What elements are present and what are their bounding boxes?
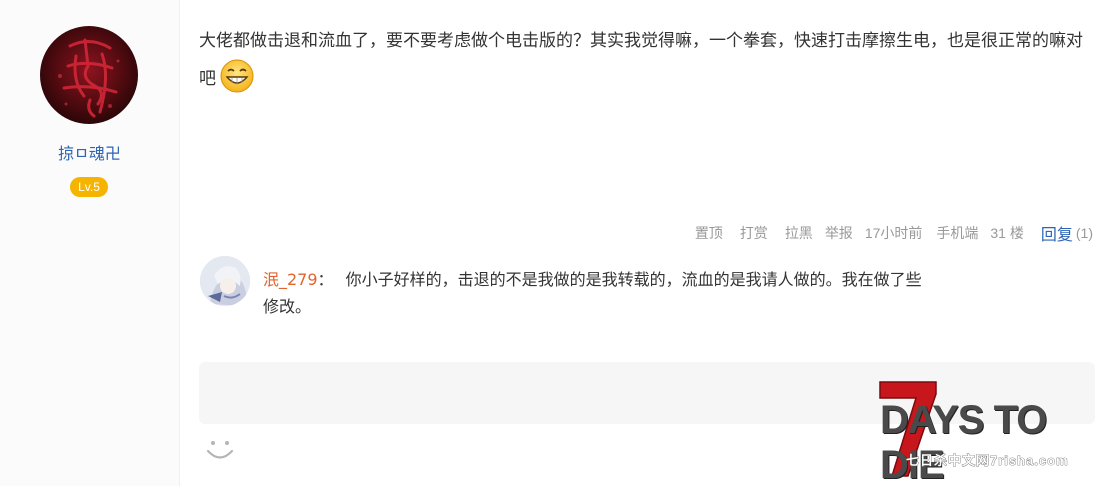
reply-count: (1): [1075, 225, 1093, 241]
comment-text: 你小子好样的，击退的不是我做的是我转载的，流血的是我请人做的。我在做了些修改。: [263, 270, 922, 316]
commenter-avatar-art: [200, 256, 250, 306]
commenter-name[interactable]: 泯_279: [263, 270, 318, 289]
post-text: 大佬都做击退和流血了，要不要考虑做个电击版的？其实我觉得嘛，一个拳套，快速打击摩…: [199, 31, 1083, 89]
author-username[interactable]: 掠ㅁ魂卍: [0, 140, 179, 164]
post-meta-bar: 置顶 打赏 拉黑 举报 17小时前 手机端 31 楼 回复 (1): [678, 221, 1093, 245]
post-time: 17小时前: [864, 225, 923, 241]
tip-link[interactable]: 打赏: [740, 223, 768, 243]
floor-number: 31 楼: [990, 225, 1024, 241]
post-device: 手机端: [936, 225, 979, 241]
block-link[interactable]: 拉黑: [785, 223, 813, 243]
watermark-subtitle: 七日杀中文网7risha.com: [906, 453, 1069, 469]
commenter-avatar[interactable]: [200, 256, 250, 306]
watermark-title: DAYS TO DIE: [880, 398, 1047, 487]
avatar-art: [58, 38, 120, 118]
post-content: 大佬都做击退和流血了，要不要考虑做个电击版的？其实我觉得嘛，一个拳套，快速打击摩…: [199, 22, 1089, 98]
level-badge: Lv.5: [70, 177, 108, 197]
reply-button[interactable]: 回复: [1041, 221, 1073, 245]
author-avatar[interactable]: [40, 26, 138, 124]
grin-emoji-icon: [220, 59, 254, 93]
report-link[interactable]: 举报: [825, 223, 853, 243]
comment-separator: ：: [317, 270, 334, 289]
author-sidebar: 掠ㅁ魂卍 Lv.5: [0, 0, 180, 486]
pin-link[interactable]: 置顶: [695, 223, 723, 243]
smiley-icon[interactable]: [205, 434, 235, 464]
comment-item: 泯_279： 你小子好样的，击退的不是我做的是我转载的，流血的是我请人做的。我在做…: [263, 266, 933, 320]
